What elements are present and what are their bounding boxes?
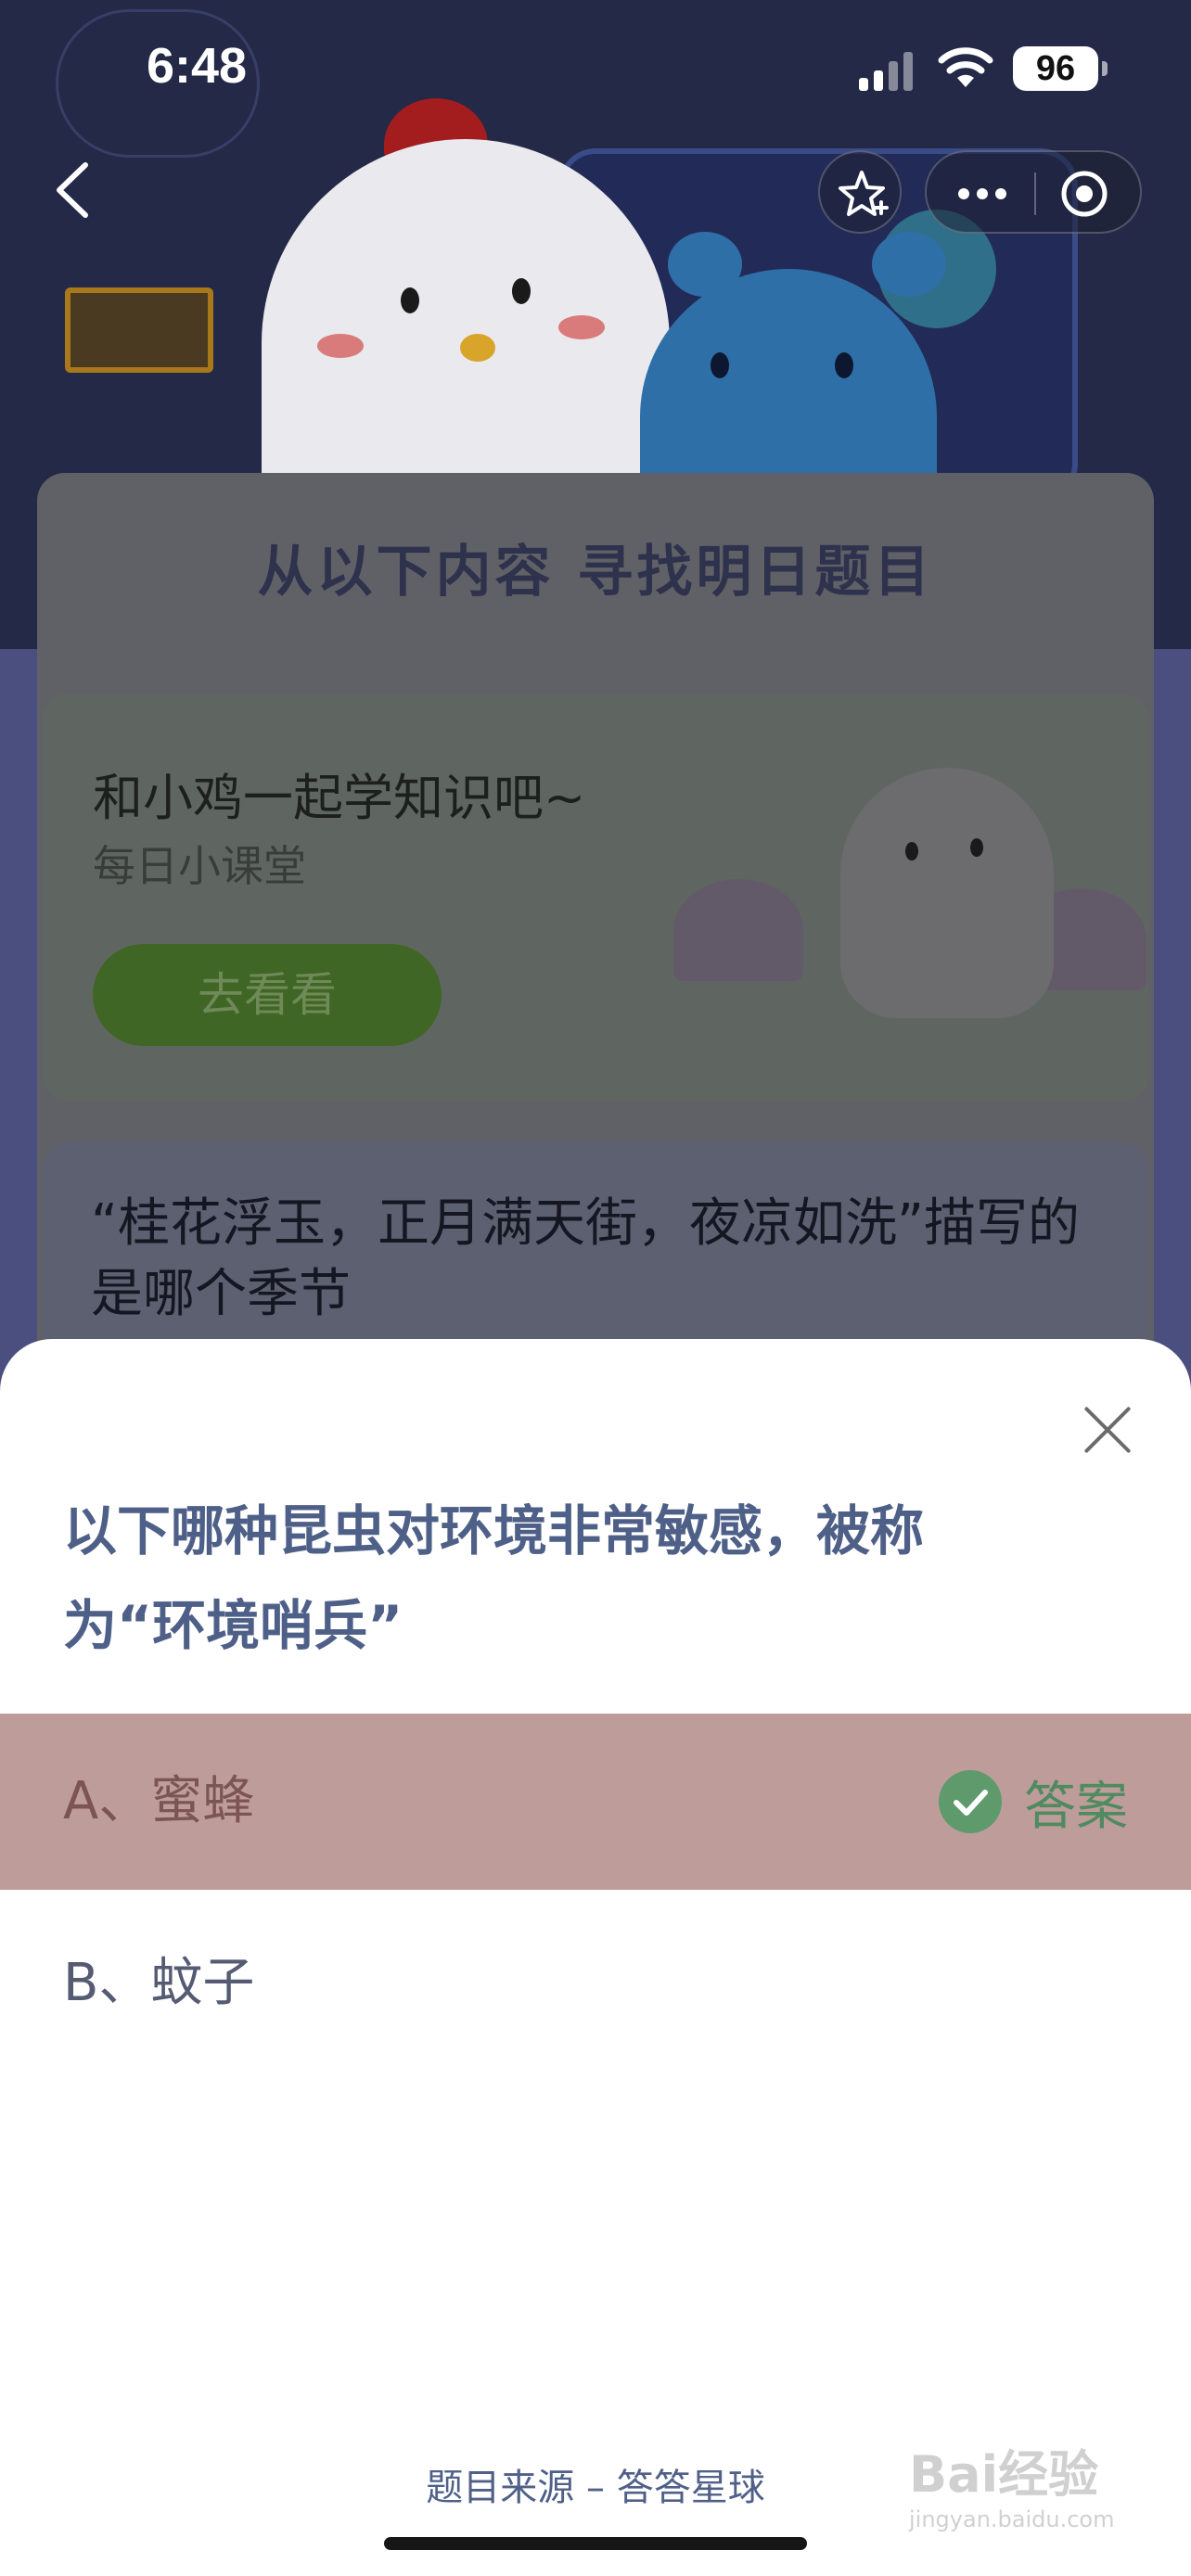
option-b[interactable]: B、蚊子 bbox=[0, 1895, 1191, 2072]
lesson-title: 和小鸡一起学知识吧~ bbox=[93, 769, 586, 827]
wifi-icon bbox=[938, 47, 993, 87]
eye bbox=[711, 352, 729, 378]
battery-indicator: 96 bbox=[1013, 46, 1108, 91]
go-see-button[interactable]: 去看看 bbox=[93, 944, 442, 1046]
back-button[interactable] bbox=[46, 158, 102, 223]
daily-lesson-card[interactable]: 和小鸡一起学知识吧~ 每日小课堂 去看看 bbox=[43, 694, 1148, 1102]
close-sheet-button[interactable] bbox=[1072, 1395, 1143, 1465]
beak bbox=[460, 334, 495, 362]
more-options-icon[interactable] bbox=[927, 152, 1034, 236]
eye bbox=[905, 842, 918, 861]
question-preview-text: “桂花浮玉，正月满天街，夜凉如洗”描写的是哪个季节 bbox=[91, 1193, 1081, 1324]
cheek bbox=[558, 315, 605, 339]
app-screen: 6:48 96 从以下内容 寻找明日题目 和小鸡一起学知识吧~ 每日小课堂 去看… bbox=[0, 0, 1191, 2576]
chick-mascot bbox=[262, 139, 670, 529]
mascot-antenna bbox=[872, 232, 946, 297]
answer-sheet: 以下哪种昆虫对环境非常敏感，被称为“环境哨兵” A、蜜蜂 答案 B、蚊子 题目来… bbox=[0, 1339, 1191, 2576]
favorite-button[interactable] bbox=[818, 150, 902, 234]
lesson-subtitle: 每日小课堂 bbox=[93, 841, 306, 891]
eye bbox=[835, 352, 853, 378]
answer-badge: 答案 bbox=[939, 1714, 1128, 1890]
option-label: A、蜜蜂 bbox=[63, 1771, 255, 1831]
option-a[interactable]: A、蜜蜂 答案 bbox=[0, 1714, 1191, 1890]
miniapp-capsule bbox=[925, 150, 1142, 234]
eye bbox=[401, 287, 419, 313]
eye bbox=[970, 838, 983, 857]
medal-sign-illustration bbox=[65, 287, 213, 373]
baidu-jingyan-watermark: Bai经验 jingyan.baidu.com bbox=[909, 2445, 1115, 2532]
eye bbox=[512, 278, 531, 304]
check-circle-icon bbox=[939, 1770, 1002, 1833]
quiz-question: 以下哪种昆虫对环境非常敏感，被称为“环境哨兵” bbox=[63, 1499, 925, 1657]
close-miniapp-icon[interactable] bbox=[1036, 152, 1144, 236]
status-bar: 6:48 96 bbox=[0, 0, 1191, 139]
home-indicator[interactable] bbox=[384, 2537, 807, 2550]
cheek bbox=[317, 334, 364, 358]
status-time: 6:48 bbox=[147, 38, 248, 94]
cellular-signal-icon bbox=[859, 50, 916, 91]
bush-illustration bbox=[673, 879, 803, 981]
chick-illustration bbox=[840, 768, 1054, 1018]
section-title: 从以下内容 寻找明日题目 bbox=[257, 540, 934, 605]
star-icon bbox=[839, 171, 889, 216]
answer-label: 答案 bbox=[1024, 1776, 1128, 1837]
option-label: B、蚊子 bbox=[63, 1953, 255, 2013]
